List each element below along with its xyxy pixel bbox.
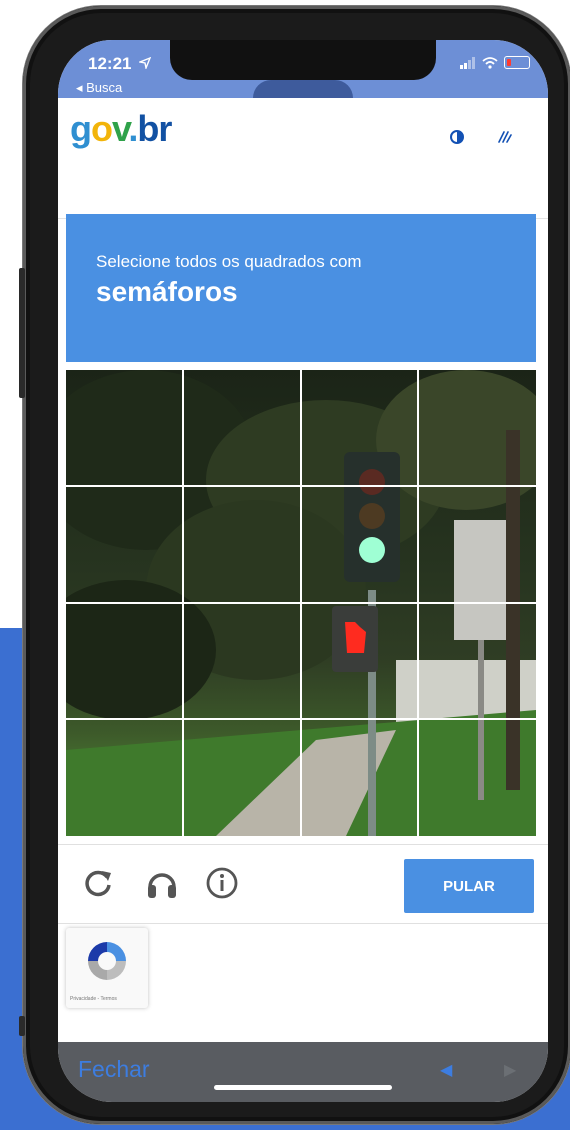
browser-bottom-bar: Fechar ◀ ▶ (58, 1042, 548, 1102)
notch (170, 40, 436, 80)
captcha-tile[interactable] (66, 487, 182, 602)
wifi-icon (482, 56, 498, 69)
captcha-tile[interactable] (420, 370, 536, 485)
notch-shadow (253, 80, 353, 98)
captcha-tile[interactable] (420, 721, 536, 836)
contrast-icon[interactable] (448, 128, 466, 146)
side-button (19, 268, 25, 398)
captcha-tile[interactable] (302, 721, 418, 836)
govbr-logo[interactable]: gov.br (70, 108, 172, 150)
reload-icon[interactable] (80, 865, 116, 901)
recaptcha-logo-icon (88, 942, 126, 980)
captcha-instruction: Selecione todos os quadrados com (96, 252, 362, 271)
captcha-tile[interactable] (184, 721, 300, 836)
status-time: 12:21 (88, 54, 152, 74)
status-bar: 12:21 ◂ Busca (58, 40, 548, 98)
captcha-tile[interactable] (184, 370, 300, 485)
close-button[interactable]: Fechar (78, 1056, 150, 1083)
captcha-tile[interactable] (66, 604, 182, 719)
captcha-tile[interactable] (184, 604, 300, 719)
captcha-controls: PULAR (58, 844, 548, 924)
captcha-tile[interactable] (420, 604, 536, 719)
cellular-signal-icon (460, 56, 475, 69)
captcha-tile[interactable] (66, 370, 182, 485)
captcha-image-grid (66, 370, 536, 836)
captcha-tile[interactable] (302, 370, 418, 485)
location-arrow-icon (137, 56, 152, 71)
captcha-target: semáforos (96, 276, 238, 307)
back-arrow-icon[interactable]: ◀ (440, 1060, 452, 1080)
captcha-prompt: Selecione todos os quadrados com semáfor… (66, 214, 536, 362)
headphones-icon[interactable] (144, 865, 180, 901)
captcha-tile[interactable] (184, 487, 300, 602)
side-button (19, 1016, 25, 1036)
skip-button[interactable]: PULAR (404, 859, 534, 913)
captcha-tile[interactable] (302, 487, 418, 602)
captcha-tile[interactable] (66, 721, 182, 836)
phone-screen: 12:21 ◂ Busca gov.br Selecione todos os … (58, 40, 548, 1102)
status-icons (460, 56, 530, 69)
site-header: gov.br (58, 98, 548, 218)
recaptcha-badge[interactable]: Privacidade - Termos (66, 928, 148, 1008)
forward-arrow-icon[interactable]: ▶ (504, 1060, 516, 1080)
home-indicator[interactable] (214, 1085, 392, 1090)
captcha-tile[interactable] (302, 604, 418, 719)
captcha-tile[interactable] (420, 487, 536, 602)
info-icon[interactable] (204, 865, 240, 901)
recaptcha-terms[interactable]: Privacidade - Termos (70, 996, 117, 1002)
sign-language-icon[interactable] (496, 128, 514, 146)
back-to-search-link[interactable]: ◂ Busca (76, 80, 122, 96)
battery-icon (504, 56, 530, 69)
